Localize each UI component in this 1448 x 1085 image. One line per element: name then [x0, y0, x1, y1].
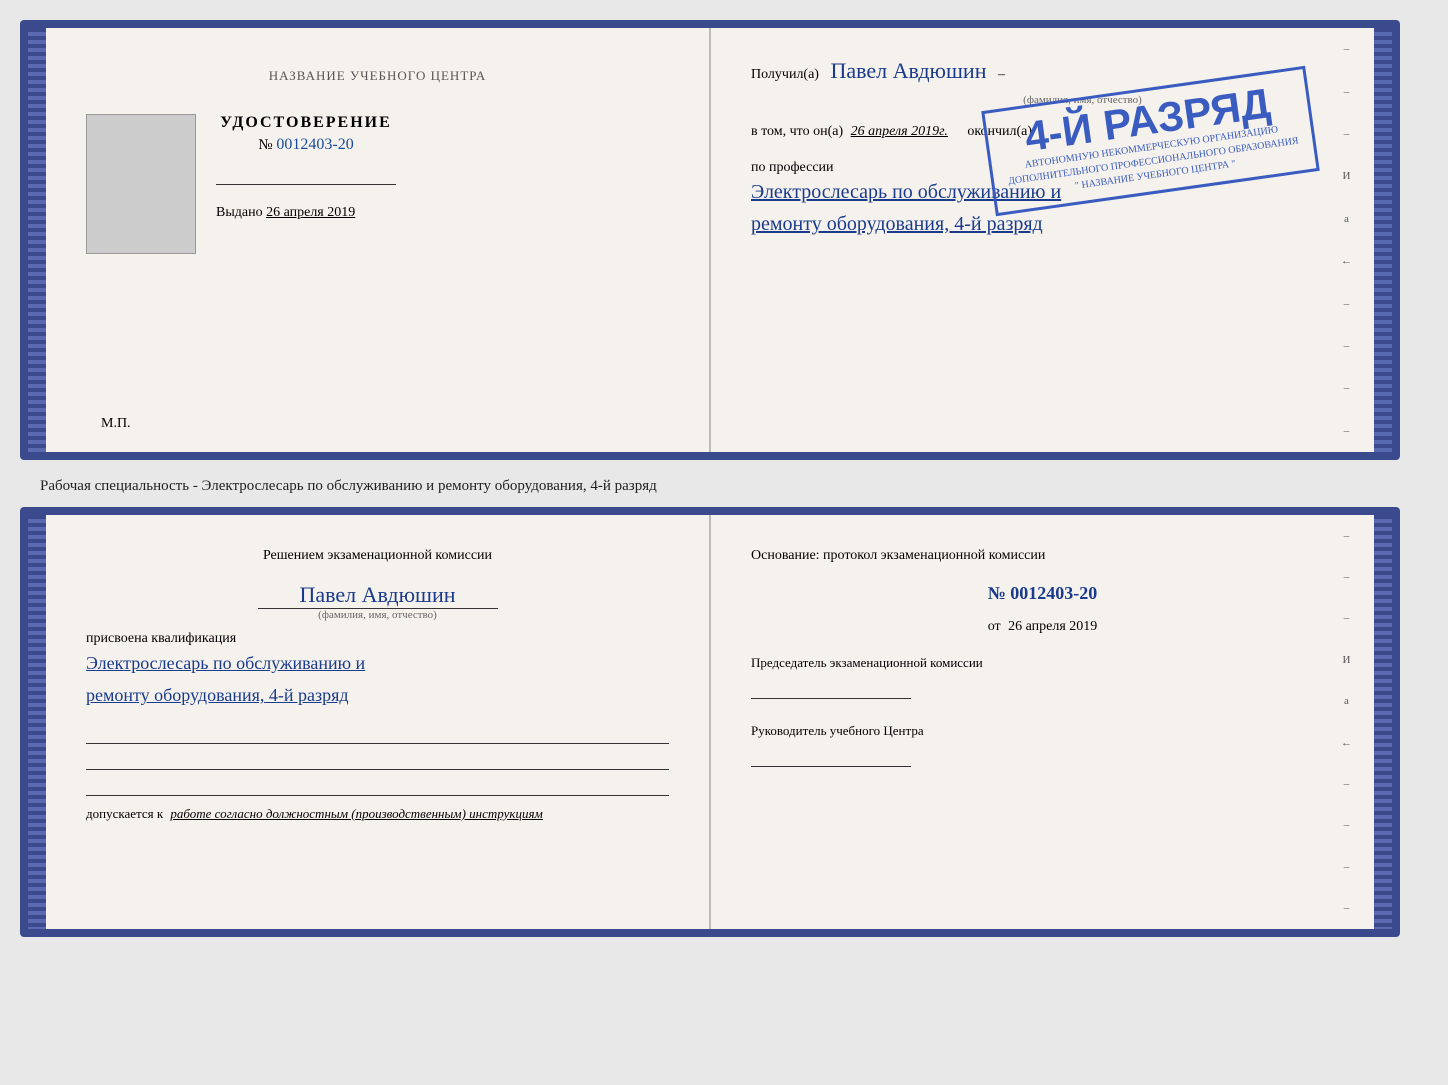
osnov-label: Основание: протокол экзаменационной коми…	[751, 545, 1334, 567]
issued-line: Выдано 26 апреля 2019	[216, 205, 396, 221]
bottom-left-title: Решением экзаменационной комиссии	[86, 545, 669, 566]
rukovoditel-sig-line	[751, 745, 911, 767]
sig-line-3	[86, 774, 669, 796]
received-name: Павел Авдюшин	[830, 58, 986, 83]
side-marks: – – – И а ← – – – –	[1341, 28, 1352, 452]
chairman-label: Председатель экзаменационной комиссии	[751, 655, 1334, 671]
name-block: Павел Авдюшин (фамилия, имя, отчество)	[86, 582, 669, 621]
page-wrapper: НАЗВАНИЕ УЧЕБНОГО ЦЕНТРА УДОСТОВЕРЕНИЕ №…	[20, 20, 1428, 937]
prisvoena-label: присвоена квалификация	[86, 631, 669, 647]
issued-date: 26 апреля 2019	[266, 205, 355, 220]
top-left-page: НАЗВАНИЕ УЧЕБНОГО ЦЕНТРА УДОСТОВЕРЕНИЕ №…	[46, 28, 711, 452]
top-right-page: Получил(а) Павел Авдюшин – (фамилия, имя…	[711, 28, 1374, 452]
vtom-date: 26 апреля 2019г.	[851, 124, 948, 139]
bottom-document: Решением экзаменационной комиссии Павел …	[20, 507, 1400, 937]
fio-label-bottom: (фамилия, имя, отчество)	[86, 609, 669, 621]
rukovoditel-label: Руководитель учебного Центра	[751, 723, 1334, 739]
chairman-block: Председатель экзаменационной комиссии	[751, 655, 1334, 699]
bottom-left-page: Решением экзаменационной комиссии Павел …	[46, 515, 711, 929]
top-left-title: НАЗВАНИЕ УЧЕБНОГО ЦЕНТРА	[86, 68, 669, 84]
side-marks-bottom: – – – И а ← – – – –	[1341, 515, 1352, 929]
cert-number-value: 0012403-20	[276, 136, 353, 153]
chairman-sig-line	[751, 677, 911, 699]
photo-placeholder	[86, 114, 196, 254]
допускается-block: допускается к работе согласно должностны…	[86, 806, 669, 822]
protocol-number: № 0012403-20	[751, 579, 1334, 608]
cert-number: № 0012403-20	[216, 136, 396, 154]
sig-line-1	[86, 722, 669, 744]
cert-label: УДОСТОВЕРЕНИЕ	[216, 114, 396, 132]
osnov-block: Основание: протокол экзаменационной коми…	[751, 545, 1334, 639]
qualification-block: присвоена квалификация Электрослесарь по…	[86, 631, 669, 712]
ot-line: от 26 апреля 2019	[751, 616, 1334, 638]
person-name: Павел Авдюшин	[86, 582, 669, 608]
lines-block	[86, 722, 669, 796]
top-document: НАЗВАНИЕ УЧЕБНОГО ЦЕНТРА УДОСТОВЕРЕНИЕ №…	[20, 20, 1400, 460]
bottom-right-page: Основание: протокол экзаменационной коми…	[711, 515, 1374, 929]
left-text-block: УДОСТОВЕРЕНИЕ № 0012403-20 Выдано 26 апр…	[216, 114, 396, 221]
qual-text: Электрослесарь по обслуживанию и ремонту…	[86, 647, 669, 712]
ot-date: 26 апреля 2019	[1008, 619, 1097, 634]
rukovoditel-block: Руководитель учебного Центра	[751, 723, 1334, 767]
допускается-text: работе согласно должностным (производств…	[170, 806, 542, 821]
middle-label: Рабочая специальность - Электрослесарь п…	[20, 472, 1428, 495]
sig-line-2	[86, 748, 669, 770]
mp-label: М.П.	[101, 416, 131, 432]
left-row: УДОСТОВЕРЕНИЕ № 0012403-20 Выдано 26 апр…	[86, 114, 669, 254]
